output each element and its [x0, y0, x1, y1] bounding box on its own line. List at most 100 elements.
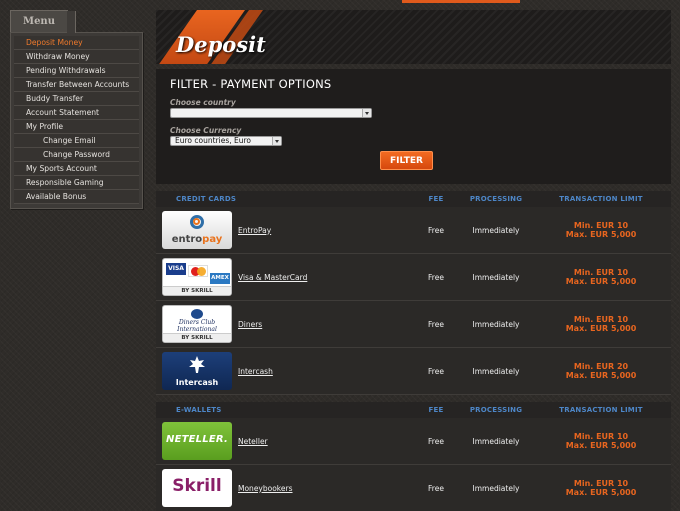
credit-cards-section: CREDIT CARDS FEE PROCESSING TRANSACTION …: [156, 191, 671, 395]
intercash-logo-text: Intercash: [175, 378, 219, 387]
header-processing: PROCESSING: [469, 195, 523, 203]
sidebar-item-responsible-gaming[interactable]: Responsible Gaming: [14, 176, 139, 190]
header-fee: FEE: [428, 406, 444, 414]
entropay-logo-text: entropay: [162, 234, 232, 245]
method-link-diners[interactable]: Diners: [238, 320, 411, 329]
sidebar-item-my-profile[interactable]: My Profile: [14, 120, 139, 134]
page-title: Deposit: [176, 32, 266, 57]
menu-panel: Deposit Money Withdraw Money Pending Wit…: [10, 32, 143, 209]
filter-button[interactable]: FILTER: [380, 151, 433, 170]
by-skrill-label: BY SKRILL: [163, 286, 231, 295]
processing-value: Immediately: [472, 366, 520, 376]
sidebar: Menu Deposit Money Withdraw Money Pendin…: [10, 10, 144, 209]
method-link-visa-mastercard[interactable]: Visa & MasterCard: [238, 273, 411, 282]
transaction-limit: Min. EUR 10 Max. EUR 5,000: [531, 221, 671, 239]
logo-cell: entropay: [156, 211, 238, 249]
sidebar-item-available-bonus[interactable]: Available Bonus: [14, 190, 139, 204]
sidebar-item-change-email[interactable]: Change Email: [14, 134, 139, 148]
country-label: Choose country: [170, 98, 236, 107]
header-transaction-limit: TRANSACTION LIMIT: [559, 195, 643, 203]
processing-value: Immediately: [472, 225, 520, 235]
payment-row-neteller: NETELLER. Neteller Free Immediately Min.…: [156, 418, 671, 465]
logo-cell: Intercash: [156, 352, 238, 390]
sidebar-item-pending-withdrawals[interactable]: Pending Withdrawals: [14, 64, 139, 78]
method-link-entropay[interactable]: EntroPay: [238, 226, 411, 235]
maple-leaf-icon: [189, 356, 205, 373]
limit-max: Max. EUR 5,000: [565, 488, 637, 497]
visa-card-icon: VISA: [166, 263, 186, 275]
entropay-ring-inner-icon: [193, 218, 200, 225]
limit-min: Min. EUR 10: [573, 315, 629, 324]
currency-label: Choose Currency: [170, 126, 242, 135]
top-accent-bar: [402, 0, 520, 3]
logo-cell: Skrill: [156, 469, 238, 507]
visa-mastercard-logo[interactable]: VISA AMEX BY SKRILL: [162, 258, 232, 296]
fee-value: Free: [428, 319, 444, 329]
limit-max: Max. EUR 5,000: [565, 324, 637, 333]
limit-min: Min. EUR 10: [573, 432, 629, 441]
transaction-limit: Min. EUR 20 Max. EUR 5,000: [531, 362, 671, 380]
method-link-intercash[interactable]: Intercash: [238, 367, 411, 376]
sidebar-item-withdraw-money[interactable]: Withdraw Money: [14, 50, 139, 64]
sidebar-item-change-password[interactable]: Change Password: [14, 148, 139, 162]
sidebar-item-buddy-transfer[interactable]: Buddy Transfer: [14, 92, 139, 106]
limit-max: Max. EUR 5,000: [565, 441, 637, 450]
fee-value: Free: [428, 366, 444, 376]
diners-logo-text: Diners Club International: [177, 319, 217, 333]
mastercard-icon: [188, 265, 208, 277]
intercash-logo[interactable]: Intercash: [162, 352, 232, 390]
credit-cards-header: CREDIT CARDS FEE PROCESSING TRANSACTION …: [156, 191, 671, 207]
country-select[interactable]: [170, 108, 372, 118]
sidebar-item-my-sports-account[interactable]: My Sports Account: [14, 162, 139, 176]
diners-logo[interactable]: Diners Club International BY SKRILL: [162, 305, 232, 343]
filter-panel: FILTER - PAYMENT OPTIONS Choose country …: [156, 69, 671, 184]
payment-row-moneybookers: Skrill Moneybookers Free Immediately Min…: [156, 465, 671, 511]
method-link-moneybookers[interactable]: Moneybookers: [238, 484, 411, 493]
limit-min: Min. EUR 20: [573, 362, 629, 371]
transaction-limit: Min. EUR 10 Max. EUR 5,000: [531, 432, 671, 450]
chevron-down-icon: [362, 109, 371, 117]
payment-row-visa-mastercard: VISA AMEX BY SKRILL Visa & MasterCard Fr…: [156, 254, 671, 301]
ewallets-section: E-WALLETS FEE PROCESSING TRANSACTION LIM…: [156, 402, 671, 511]
diners-circle-icon: [191, 309, 203, 319]
ewallets-header: E-WALLETS FEE PROCESSING TRANSACTION LIM…: [156, 402, 671, 418]
limit-min: Min. EUR 10: [573, 268, 629, 277]
skrill-logo-text: Skrill: [172, 476, 222, 496]
payment-row-diners: Diners Club International BY SKRILL Dine…: [156, 301, 671, 348]
header-transaction-limit: TRANSACTION LIMIT: [559, 406, 643, 414]
sidebar-item-account-statement[interactable]: Account Statement: [14, 106, 139, 120]
limit-max: Max. EUR 5,000: [565, 277, 637, 286]
filter-title: FILTER - PAYMENT OPTIONS: [170, 77, 332, 91]
currency-select[interactable]: Euro countries, Euro: [170, 136, 282, 146]
fee-value: Free: [428, 436, 444, 446]
skrill-logo[interactable]: Skrill: [162, 469, 232, 507]
currency-select-value: Euro countries, Euro: [175, 136, 251, 145]
payment-row-entropay: entropay EntroPay Free Immediately Min. …: [156, 207, 671, 254]
fee-value: Free: [428, 272, 444, 282]
limit-max: Max. EUR 5,000: [565, 371, 637, 380]
deposit-banner: Deposit: [156, 10, 671, 64]
transaction-limit: Min. EUR 10 Max. EUR 5,000: [531, 315, 671, 333]
amex-card-icon: AMEX: [210, 273, 230, 284]
transaction-limit: Min. EUR 10 Max. EUR 5,000: [531, 479, 671, 497]
limit-max: Max. EUR 5,000: [565, 230, 637, 239]
entropay-logo-text-b: pay: [202, 234, 223, 245]
processing-value: Immediately: [472, 272, 520, 282]
main-content: Deposit FILTER - PAYMENT OPTIONS Choose …: [156, 10, 671, 511]
sidebar-item-transfer-between-accounts[interactable]: Transfer Between Accounts: [14, 78, 139, 92]
transaction-limit: Min. EUR 10 Max. EUR 5,000: [531, 268, 671, 286]
sidebar-item-deposit-money[interactable]: Deposit Money: [14, 36, 139, 50]
method-link-neteller[interactable]: Neteller: [238, 437, 411, 446]
payment-row-intercash: Intercash Intercash Free Immediately Min…: [156, 348, 671, 395]
logo-cell: NETELLER.: [156, 422, 238, 460]
header-credit-cards: CREDIT CARDS: [176, 195, 237, 203]
by-skrill-label: BY SKRILL: [163, 333, 231, 342]
neteller-logo[interactable]: NETELLER.: [162, 422, 232, 460]
logo-cell: Diners Club International BY SKRILL: [156, 305, 238, 343]
entropay-logo[interactable]: entropay: [162, 211, 232, 249]
menu-tab[interactable]: Menu: [10, 10, 76, 33]
processing-value: Immediately: [472, 436, 520, 446]
chevron-down-icon: [272, 137, 281, 145]
header-processing: PROCESSING: [469, 406, 523, 414]
header-fee: FEE: [428, 195, 444, 203]
